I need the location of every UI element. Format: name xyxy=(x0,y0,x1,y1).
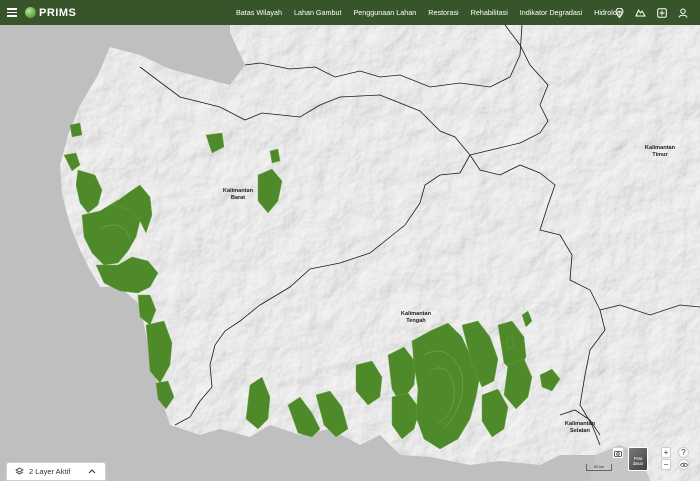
menu-icon[interactable] xyxy=(7,6,17,19)
nav-icon-group xyxy=(604,0,688,25)
location-pin-icon[interactable] xyxy=(615,7,624,18)
user-icon[interactable] xyxy=(678,8,688,18)
chevron-up-icon xyxy=(88,469,96,474)
help-button[interactable]: ? xyxy=(678,447,689,458)
app-name: PRIMS xyxy=(39,6,77,19)
main-nav: Batas Wilayah Lahan Gambut Penggunaan La… xyxy=(236,0,635,25)
nav-rehabilitasi[interactable]: Rehabilitasi xyxy=(471,8,508,17)
visibility-button[interactable] xyxy=(678,459,689,470)
layers-stack-icon xyxy=(15,467,24,475)
label-kalimantan-timur: Kalimantan Timur xyxy=(644,145,676,158)
peat-inland-3 xyxy=(269,148,281,164)
basemap-toggle[interactable]: Peta dasar xyxy=(628,447,648,471)
label-kalimantan-selatan: Kalimantan Selatan xyxy=(564,421,596,434)
add-icon[interactable] xyxy=(657,7,667,18)
active-layers-button[interactable]: 2 Layer Aktif xyxy=(6,462,106,481)
map-scale-bar: 50 km xyxy=(586,464,612,471)
screenshot-button[interactable] xyxy=(612,447,624,459)
app-logo[interactable]: PRIMS xyxy=(25,7,76,19)
nav-batas-wilayah[interactable]: Batas Wilayah xyxy=(236,8,282,17)
camera-icon xyxy=(614,450,622,457)
nav-penggunaan-lahan[interactable]: Penggunaan Lahan xyxy=(354,8,417,17)
nav-indikator-degradasi[interactable]: Indikator Degradasi xyxy=(520,8,582,17)
basemap-label: Peta dasar xyxy=(632,456,644,466)
active-layers-label: 2 Layer Aktif xyxy=(29,467,71,476)
zoom-out-button[interactable]: − xyxy=(661,459,671,470)
label-kalimantan-tengah: Kalimantan Tengah xyxy=(400,311,432,324)
zoom-in-button[interactable]: + xyxy=(661,447,671,458)
map-canvas[interactable] xyxy=(0,25,700,481)
top-navigation-bar: PRIMS Batas Wilayah Lahan Gambut Penggun… xyxy=(0,0,700,25)
nav-lahan-gambut[interactable]: Lahan Gambut xyxy=(294,8,342,17)
logo-globe-icon xyxy=(25,7,36,18)
eye-icon xyxy=(679,462,688,467)
nav-restorasi[interactable]: Restorasi xyxy=(428,8,458,17)
label-kalimantan-barat: Kalimantan Barat xyxy=(222,188,254,201)
layers-icon[interactable] xyxy=(635,8,646,18)
peat-west-9 xyxy=(69,122,83,138)
